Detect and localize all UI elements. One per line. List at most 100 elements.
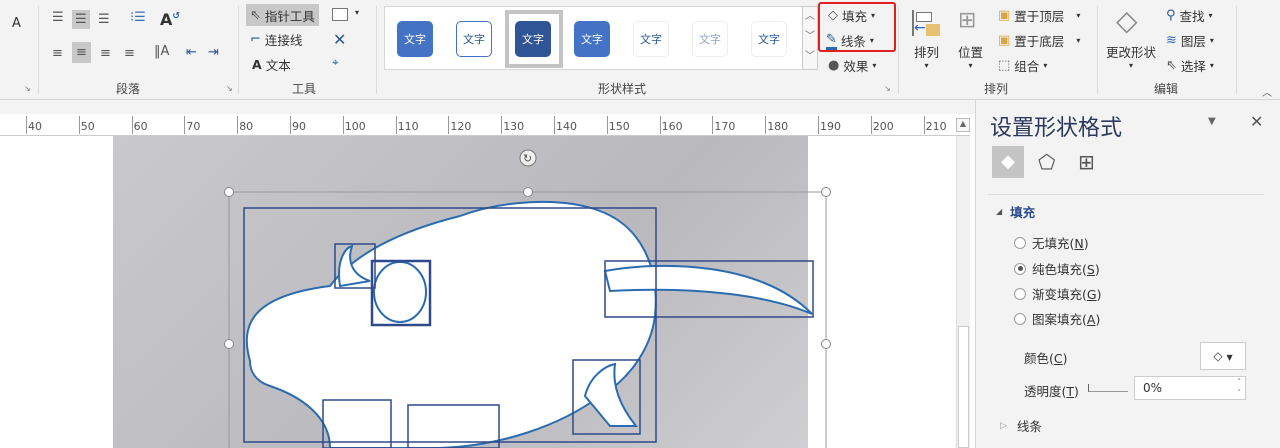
mouse-body bbox=[245, 200, 657, 448]
ruler-tick-label: 80 bbox=[239, 120, 254, 133]
resize-handle[interactable] bbox=[523, 187, 533, 197]
radio-gradient-fill[interactable]: 渐变填充(G) bbox=[1014, 284, 1101, 303]
gallery-more-icon[interactable]: ﹀ bbox=[803, 47, 817, 67]
align-center-icon[interactable]: ≡ bbox=[72, 42, 91, 63]
align-middle-icon[interactable]: ☰ bbox=[72, 10, 90, 29]
ruler-tick bbox=[712, 116, 714, 134]
style-item[interactable]: 文字 bbox=[692, 21, 728, 57]
spin-button-icon[interactable]: ˄ ˅ bbox=[1238, 377, 1242, 399]
justify-icon[interactable]: ≡ bbox=[124, 46, 135, 61]
collapse-ribbon-icon[interactable]: ︿ bbox=[1262, 84, 1272, 99]
ruler-tick bbox=[923, 116, 925, 134]
drawing-canvas[interactable]: ↻ bbox=[0, 136, 970, 448]
fill-button[interactable]: ◇ 填充 ▾ bbox=[828, 6, 875, 25]
radio-no-fill[interactable]: 无填充(N) bbox=[1014, 233, 1089, 252]
align-bottom-icon[interactable]: ☰ bbox=[98, 12, 110, 27]
shape-dialog-launcher-icon[interactable]: ↘ bbox=[884, 84, 891, 93]
group-button[interactable]: ⬚ 组合 ▾ bbox=[998, 56, 1047, 75]
spacing-icon[interactable]: ‖A bbox=[154, 44, 169, 59]
select-button[interactable]: ⇖ 选择 ▾ bbox=[1166, 56, 1214, 75]
change-shape-button[interactable]: 更改形状 ▾ bbox=[1106, 42, 1156, 70]
increase-indent-icon[interactable]: ⇥ bbox=[208, 45, 219, 60]
close-icon[interactable]: ✕ bbox=[1250, 112, 1263, 131]
transparency-input[interactable]: 0% ˄ ˅ bbox=[1134, 376, 1246, 400]
pane-options-icon[interactable]: ▼ bbox=[1208, 116, 1216, 127]
paragraph-dialog-launcher-icon[interactable]: ↘ bbox=[226, 84, 233, 93]
group-label-tools: 工具 bbox=[292, 82, 317, 96]
color-picker-button[interactable]: ◇ ▼ bbox=[1200, 342, 1246, 370]
shape-dropdown-icon[interactable]: ▾ bbox=[355, 8, 359, 17]
line-button[interactable]: ✎ 线条 ▾ bbox=[826, 31, 874, 50]
connection-point-icon[interactable]: ⌖ bbox=[332, 55, 339, 70]
group-label-arrange: 排列 bbox=[984, 82, 1009, 96]
ruler-tick bbox=[237, 116, 239, 134]
style-item[interactable]: 文字 bbox=[574, 21, 610, 57]
ruler-tick-label: 90 bbox=[292, 120, 306, 133]
bullets-icon[interactable]: ⁝☰ bbox=[130, 10, 146, 25]
ruler-tick bbox=[342, 116, 344, 134]
color-label: 颜色(C) bbox=[1024, 351, 1068, 366]
resize-handle[interactable] bbox=[224, 339, 234, 349]
style-item[interactable]: 文字 bbox=[633, 21, 669, 57]
align-top-icon[interactable]: ☰ bbox=[52, 10, 64, 25]
arrange-icon: ← bbox=[912, 10, 942, 36]
radio-pattern-fill[interactable]: 图案填充(A) bbox=[1014, 309, 1100, 328]
font-dialog-launcher-icon[interactable]: ↘ bbox=[24, 84, 31, 93]
transparency-slider[interactable] bbox=[1088, 384, 1128, 392]
paint-bucket-icon: ◇ bbox=[1213, 349, 1223, 363]
style-item[interactable]: 文字 bbox=[751, 21, 787, 57]
rectangle-tool-icon[interactable] bbox=[332, 8, 348, 21]
ruler-tick bbox=[184, 116, 186, 134]
scroll-down-icon[interactable]: ﹀ bbox=[803, 27, 817, 47]
line-section-header[interactable]: ▷ 线条 bbox=[1000, 416, 1042, 435]
resize-handle[interactable] bbox=[224, 187, 234, 197]
position-icon: ⊞ bbox=[958, 8, 977, 33]
style-item[interactable]: 文字 bbox=[397, 21, 433, 57]
pen-icon: ✎ bbox=[826, 32, 837, 50]
text-tool-button[interactable]: A 文本 bbox=[252, 55, 291, 74]
layers-button[interactable]: ≋ 图层 ▾ bbox=[1166, 31, 1214, 50]
pointer-icon: ⇖ bbox=[250, 7, 261, 23]
fill-line-tab-icon[interactable]: ◆ bbox=[992, 146, 1024, 178]
effects-button[interactable]: ● 效果 ▾ bbox=[828, 56, 876, 75]
ruler-tick-label: 110 bbox=[397, 120, 419, 133]
style-item-selected[interactable]: 文字 bbox=[515, 21, 551, 57]
ruler-tick-label: 190 bbox=[820, 120, 841, 133]
bring-to-front-button[interactable]: ▣ 置于顶层 ▾ bbox=[998, 6, 1080, 25]
resize-handle[interactable] bbox=[821, 187, 831, 197]
scroll-up-icon[interactable]: ▲ bbox=[956, 118, 970, 132]
gallery-scroll[interactable]: ︿ ﹀ ﹀ bbox=[802, 6, 818, 70]
ruler-tick bbox=[290, 116, 291, 134]
ruler-tick-label: 120 bbox=[450, 120, 472, 133]
effects-icon: ● bbox=[828, 58, 840, 73]
ruler-tick bbox=[765, 116, 767, 134]
vertical-scrollbar[interactable] bbox=[956, 136, 970, 448]
align-right-icon[interactable]: ≡ bbox=[100, 46, 111, 61]
style-item[interactable]: 文字 bbox=[456, 21, 492, 57]
effects-tab-icon[interactable]: ⬠ bbox=[1038, 150, 1055, 174]
fill-section-header[interactable]: ◢ 填充 bbox=[996, 202, 1035, 221]
arrange-button[interactable]: 排列 ▾ bbox=[914, 42, 939, 70]
find-button[interactable]: ⚲ 查找 ▾ bbox=[1166, 6, 1213, 25]
connector-button[interactable]: ⌐ 连接线 bbox=[250, 30, 302, 49]
send-to-back-button[interactable]: ▣ 置于底层 ▾ bbox=[998, 31, 1080, 50]
position-button[interactable]: 位置 ▾ bbox=[958, 42, 983, 70]
group-label-editing: 编辑 bbox=[1154, 82, 1179, 96]
close-x-icon[interactable]: ✕ bbox=[333, 30, 346, 49]
format-shape-pane: 设置形状格式 ▼ ✕ ◆ ⬠ ⊞ ◢ 填充 无填充(N) 纯色填充(S) 渐变填充… bbox=[975, 100, 1280, 448]
align-left-icon[interactable]: ≡ bbox=[52, 46, 63, 61]
pane-title: 设置形状格式 bbox=[990, 116, 1123, 141]
decrease-indent-icon[interactable]: ⇤ bbox=[186, 45, 197, 60]
ruler-tick-label: 100 bbox=[344, 120, 366, 133]
size-properties-tab-icon[interactable]: ⊞ bbox=[1078, 150, 1095, 174]
scroll-up-icon[interactable]: ︿ bbox=[803, 7, 817, 27]
radio-solid-fill[interactable]: 纯色填充(S) bbox=[1014, 259, 1100, 278]
mouse-shape[interactable]: ↻ bbox=[0, 136, 970, 448]
scrollbar-thumb[interactable] bbox=[958, 326, 969, 448]
resize-handle[interactable] bbox=[821, 339, 831, 349]
pointer-tool-button[interactable]: ⇖ 指针工具 bbox=[246, 4, 319, 26]
ruler-tick bbox=[818, 116, 819, 134]
mouse-head bbox=[373, 261, 427, 323]
font-size-decrease-icon[interactable]: A bbox=[12, 16, 21, 31]
text-direction-icon[interactable]: A↺ bbox=[160, 10, 180, 29]
